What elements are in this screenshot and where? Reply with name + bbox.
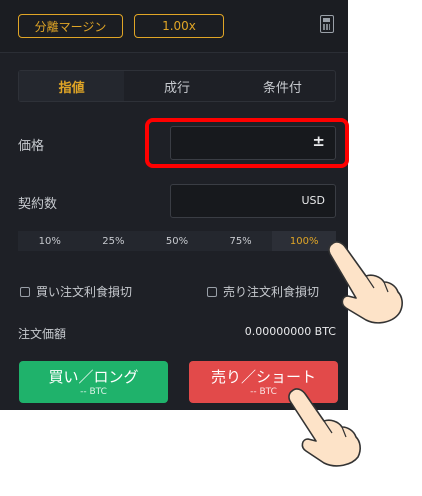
- pointing-hand-icon: [288, 388, 361, 467]
- sell-tp-sl-checkbox[interactable]: 売り注文利食損切: [207, 283, 319, 300]
- leverage-button[interactable]: 1.00x: [134, 14, 224, 38]
- percent-25[interactable]: 25%: [82, 231, 146, 251]
- buy-amount: -- BTC: [80, 387, 107, 397]
- order-value: 0.00000000 BTC: [244, 325, 336, 338]
- buy-long-label: 買い／ロング: [48, 368, 139, 386]
- calculator-icon[interactable]: [320, 15, 334, 33]
- percent-10[interactable]: 10%: [18, 231, 82, 251]
- price-label: 価格: [18, 139, 45, 154]
- order-panel: 分離マージン 1.00x 指値 成行 条件付 価格 ± 契約数 USD 10% …: [0, 0, 348, 410]
- tab-conditional[interactable]: 条件付: [230, 71, 335, 101]
- tab-market[interactable]: 成行: [124, 71, 229, 101]
- percent-75[interactable]: 75%: [209, 231, 273, 251]
- quantity-unit: USD: [301, 194, 325, 207]
- top-bar: 分離マージン 1.00x: [0, 0, 348, 53]
- tab-limit[interactable]: 指値: [19, 71, 125, 101]
- pointing-hand-icon: [328, 241, 403, 324]
- order-type-tabs: 指値 成行 条件付: [18, 70, 336, 102]
- percent-selector: 10% 25% 50% 75% 100%: [18, 231, 336, 251]
- buy-tp-sl-checkbox[interactable]: 買い注文利食損切: [20, 283, 132, 300]
- sell-tp-sl-label: 売り注文利食損切: [223, 285, 320, 299]
- checkbox-icon: [207, 286, 217, 297]
- quantity-label: 契約数: [18, 197, 58, 212]
- sell-short-label: 売り／ショート: [210, 368, 316, 386]
- quantity-input[interactable]: USD: [170, 184, 336, 218]
- buy-tp-sl-label: 買い注文利食損切: [36, 285, 133, 299]
- price-highlight-box: [145, 118, 349, 168]
- percent-50[interactable]: 50%: [145, 231, 209, 251]
- margin-mode-button[interactable]: 分離マージン: [18, 14, 123, 38]
- checkbox-icon: [20, 286, 30, 297]
- order-value-label: 注文価額: [18, 327, 67, 341]
- buy-long-button[interactable]: 買い／ロング -- BTC: [19, 361, 168, 403]
